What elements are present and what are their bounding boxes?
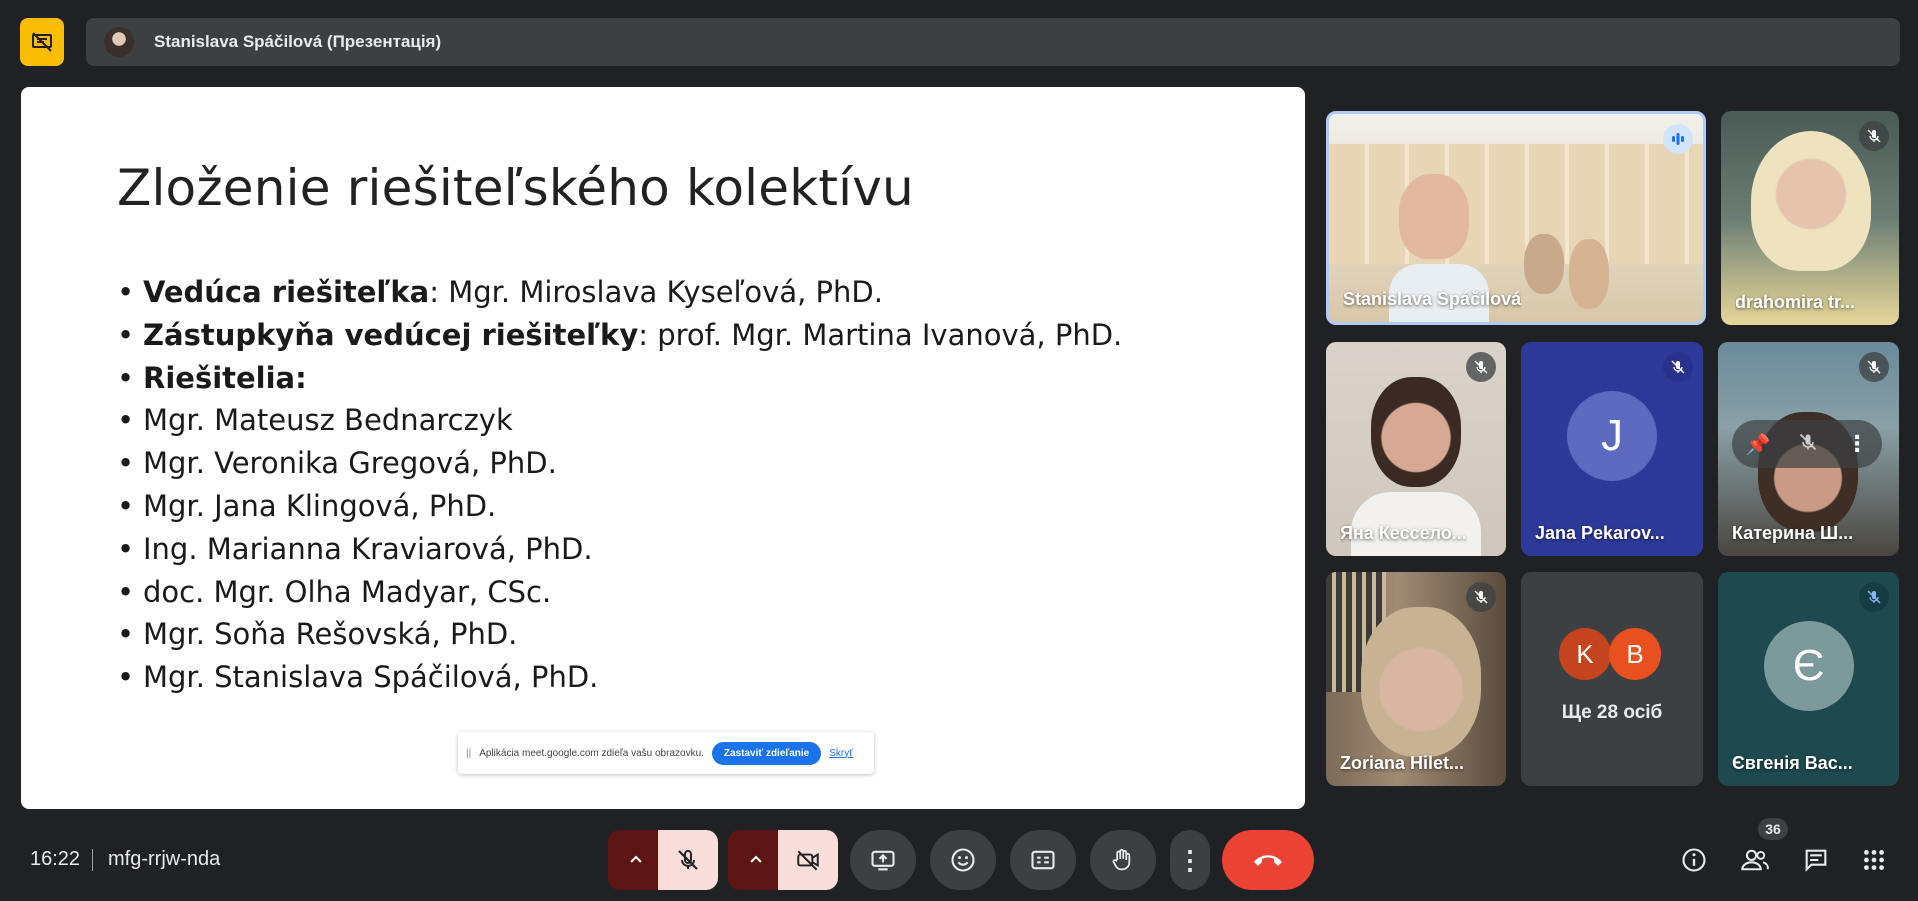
more-participants-tile[interactable]: K B Ще 28 осіб: [1521, 572, 1703, 786]
leave-call-button[interactable]: [1222, 830, 1314, 890]
stop-sharing-button[interactable]: Zastaviť zdieľanie: [711, 741, 822, 765]
list-item: • Mgr. Mateusz Bednarczyk: [117, 403, 513, 438]
present-screen-button[interactable]: [850, 830, 916, 890]
raise-hand-button[interactable]: [1090, 830, 1156, 890]
participant-name: Катерина Ш...: [1732, 523, 1854, 543]
person-background: [1569, 239, 1609, 309]
mic-off-icon: [1859, 121, 1889, 151]
shared-slide: Zloženie riešiteľského kolektívu • Vedúca…: [21, 87, 1305, 809]
participant-name: drahomira tr...: [1735, 292, 1856, 312]
audio-options-button[interactable]: [608, 830, 664, 890]
participant-avatar: K: [1559, 628, 1611, 680]
mic-off-icon: [678, 850, 698, 870]
reactions-button[interactable]: [930, 830, 996, 890]
participant-count-badge: 36: [1758, 818, 1788, 840]
participant-tile[interactable]: Zoriana Hilet...: [1326, 572, 1506, 786]
participant-name: Jana Pekarov...: [1535, 523, 1665, 543]
participant-tile-active-speaker[interactable]: Stanislava Spáčilová: [1326, 111, 1706, 325]
screen-share-banner: || Aplikácia meet.google.com zdieľa vašu…: [458, 732, 874, 774]
participant-avatar: B: [1609, 628, 1661, 680]
more-participants-label: Ще 28 осіб: [1561, 702, 1663, 723]
list-item: • Mgr. Veronika Gregová, PhD.: [117, 446, 557, 481]
participant-name: Stanislava Spáčilová: [1343, 289, 1522, 309]
present-screen-icon: [871, 850, 895, 871]
list-item: • Riešitelia:: [117, 360, 307, 395]
list-item: • Mgr. Soňa Rešovská, PhD.: [117, 617, 518, 652]
share-banner-message: Aplikácia meet.google.com zdieľa vašu ob…: [479, 747, 704, 759]
emoji-icon: [951, 848, 975, 872]
presentation-toggle-button[interactable]: [20, 18, 64, 66]
face: [1399, 174, 1469, 259]
participant-tile[interactable]: 📌 ⋮ Катерина Ш...: [1718, 342, 1899, 556]
participant-name: Яна Кессело...: [1340, 523, 1467, 543]
speaking-indicator-icon: [1663, 124, 1693, 154]
chevron-up-icon: [630, 855, 642, 863]
video-options-button[interactable]: [728, 830, 784, 890]
activities-button[interactable]: [1852, 838, 1896, 882]
list-item: • Zástupkyňa vedúcej riešiteľky: prof. Mg…: [117, 317, 1123, 352]
more-options-icon[interactable]: ⋮: [1846, 431, 1868, 457]
slide-bullet-list: • Vedúca riešiteľka: Mgr. Miroslava Kyseľ…: [117, 271, 1122, 699]
mic-off-icon: [1859, 582, 1889, 612]
participant-avatar: J: [1567, 391, 1657, 482]
meeting-details-button[interactable]: [1672, 838, 1716, 882]
face: [1361, 607, 1481, 757]
participant-tile[interactable]: drahomira tr...: [1721, 111, 1899, 325]
presenter-avatar: [104, 27, 134, 57]
mute-participant-icon[interactable]: [1798, 432, 1818, 457]
drag-handle-icon[interactable]: ||: [466, 748, 471, 759]
pin-icon[interactable]: 📌: [1746, 432, 1771, 457]
participant-tile[interactable]: J Jana Pekarov...: [1521, 342, 1703, 556]
presenter-bar: Stanislava Spáčilová (Презентація): [86, 18, 1900, 66]
divider: [92, 849, 93, 871]
participant-name: Zoriana Hilet...: [1340, 753, 1465, 773]
list-item: • Mgr. Stanislava Spáčilová, PhD.: [117, 660, 599, 695]
apps-grid-icon: [1864, 850, 1884, 870]
mic-off-icon: [1466, 582, 1496, 612]
slide-title: Zloženie riešiteľského kolektívu: [117, 159, 914, 217]
mic-off-icon: [1859, 352, 1889, 382]
info-icon: [1682, 848, 1706, 872]
chat-icon: [1805, 849, 1827, 872]
captions-icon: [1031, 850, 1055, 870]
presentation-off-icon: [32, 32, 52, 52]
camera-toggle-button[interactable]: [778, 830, 838, 890]
hide-banner-link[interactable]: Skryť: [829, 748, 853, 759]
meeting-clock: 16:22: [30, 848, 81, 870]
meeting-code: mfg-rrjw-nda: [108, 848, 221, 870]
camera-off-icon: [797, 850, 819, 871]
list-item: • doc. Mgr. Olha Madyar, CSc.: [117, 574, 552, 609]
more-vert-icon: ⋮: [1177, 844, 1203, 875]
presenter-name: Stanislava Spáčilová (Презентація): [154, 32, 442, 51]
participant-tile[interactable]: Є Євгенія Вас...: [1718, 572, 1899, 786]
list-item: • Mgr. Jana Klingová, PhD.: [117, 488, 497, 523]
raise-hand-icon: [1112, 848, 1131, 871]
list-item: • Vedúca riešiteľka: Mgr. Miroslava Kyseľ…: [117, 275, 883, 309]
tile-hover-controls: 📌 ⋮: [1732, 420, 1882, 468]
face: [1751, 131, 1871, 271]
participant-name: Євгенія Вас...: [1732, 753, 1853, 773]
chat-button[interactable]: [1794, 838, 1838, 882]
participant-tile[interactable]: Яна Кессело...: [1326, 342, 1506, 556]
people-icon: [1741, 849, 1769, 871]
chevron-up-icon: [750, 855, 762, 863]
list-item: • Ing. Marianna Kraviarová, PhD.: [117, 531, 593, 566]
mic-off-icon: [1663, 352, 1693, 382]
people-button[interactable]: [1733, 838, 1777, 882]
more-options-button[interactable]: ⋮: [1170, 830, 1210, 890]
mic-off-icon: [1466, 352, 1496, 382]
more-participant-avatars: K B: [1559, 628, 1661, 680]
person-background: [1524, 234, 1564, 294]
participant-avatar: Є: [1763, 621, 1854, 712]
background-wall: [1329, 144, 1703, 264]
end-call-icon: [1254, 855, 1282, 866]
captions-button[interactable]: [1010, 830, 1076, 890]
microphone-toggle-button[interactable]: [658, 830, 718, 890]
face: [1371, 377, 1461, 487]
